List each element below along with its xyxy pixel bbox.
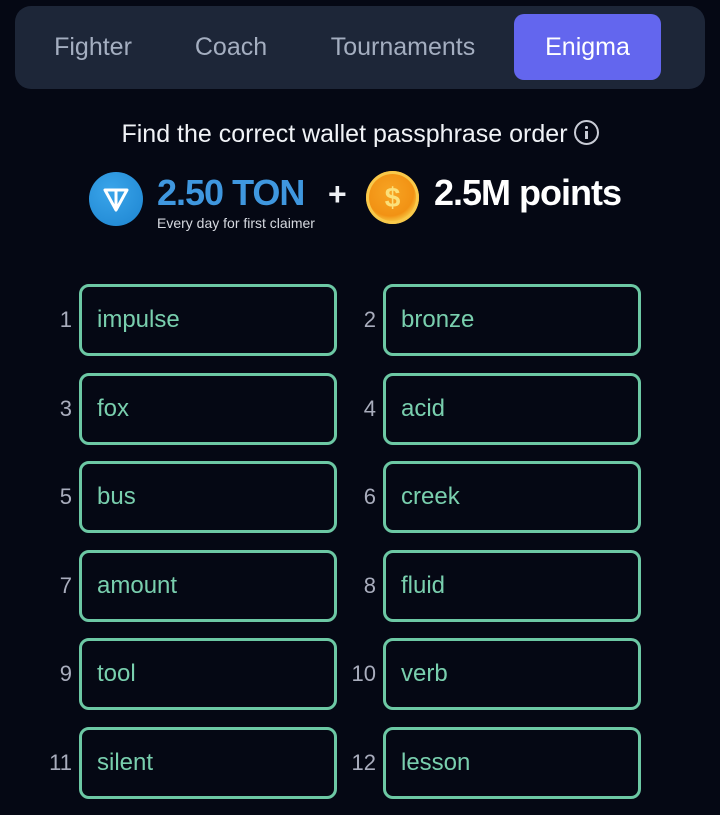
slot-number: 2 <box>363 307 376 332</box>
word-field[interactable]: amount <box>79 549 337 622</box>
points-reward: 2.5M points <box>434 172 622 213</box>
heading-text: Find the correct wallet passphrase order <box>121 120 568 148</box>
tab-coach[interactable]: Coach <box>175 14 287 80</box>
coin-symbol: $ <box>384 182 401 213</box>
tab-enigma[interactable]: Enigma <box>514 14 661 80</box>
slot-number: 6 <box>363 484 376 510</box>
info-icon[interactable] <box>573 120 599 145</box>
slot-number: 1 <box>59 307 72 332</box>
ton-logo-icon <box>89 172 143 226</box>
slot-number: 10 <box>351 661 376 687</box>
word-field[interactable]: creek <box>383 461 641 534</box>
passphrase-slot: 4 acid <box>304 372 664 445</box>
word-field[interactable]: acid <box>383 372 641 445</box>
dollar-coin-icon: $ <box>366 171 419 224</box>
tab-bar: Fighter Coach Tournaments Enigma <box>15 6 705 89</box>
ton-reward-amount: 2.50 TON <box>157 172 305 213</box>
slot-number: 9 <box>59 661 72 687</box>
slot-number: 11 <box>49 750 72 775</box>
slot-number: 8 <box>363 572 376 598</box>
slot-number: 4 <box>363 395 376 421</box>
slot-number: 7 <box>59 572 72 598</box>
slot-number: 3 <box>59 395 72 421</box>
slot-number: 5 <box>59 484 72 510</box>
word-field[interactable]: verb <box>383 638 641 711</box>
word-field[interactable]: bronze <box>383 284 641 356</box>
slot-number: 12 <box>351 750 376 775</box>
word-field[interactable]: fluid <box>383 549 641 622</box>
page-title: Find the correct wallet passphrase order <box>0 120 720 149</box>
passphrase-slot: 8 fluid <box>304 549 664 622</box>
passphrase-slot: 10 verb <box>304 638 664 711</box>
word-field[interactable]: bus <box>79 461 337 534</box>
passphrase-slot: 2 bronze <box>304 284 664 356</box>
word-field[interactable]: impulse <box>79 284 337 356</box>
word-field[interactable]: tool <box>79 638 337 711</box>
word-field[interactable]: fox <box>79 372 337 445</box>
ton-reward-subtitle: Every day for first claimer <box>157 215 315 231</box>
word-field[interactable]: silent <box>79 727 337 799</box>
word-field[interactable]: lesson <box>383 727 641 799</box>
passphrase-slot: 12 lesson <box>304 727 664 799</box>
tab-fighter[interactable]: Fighter <box>37 14 149 80</box>
passphrase-slot: 6 creek <box>304 461 664 534</box>
tab-tournaments[interactable]: Tournaments <box>315 14 491 80</box>
plus-sign: + <box>328 176 347 212</box>
